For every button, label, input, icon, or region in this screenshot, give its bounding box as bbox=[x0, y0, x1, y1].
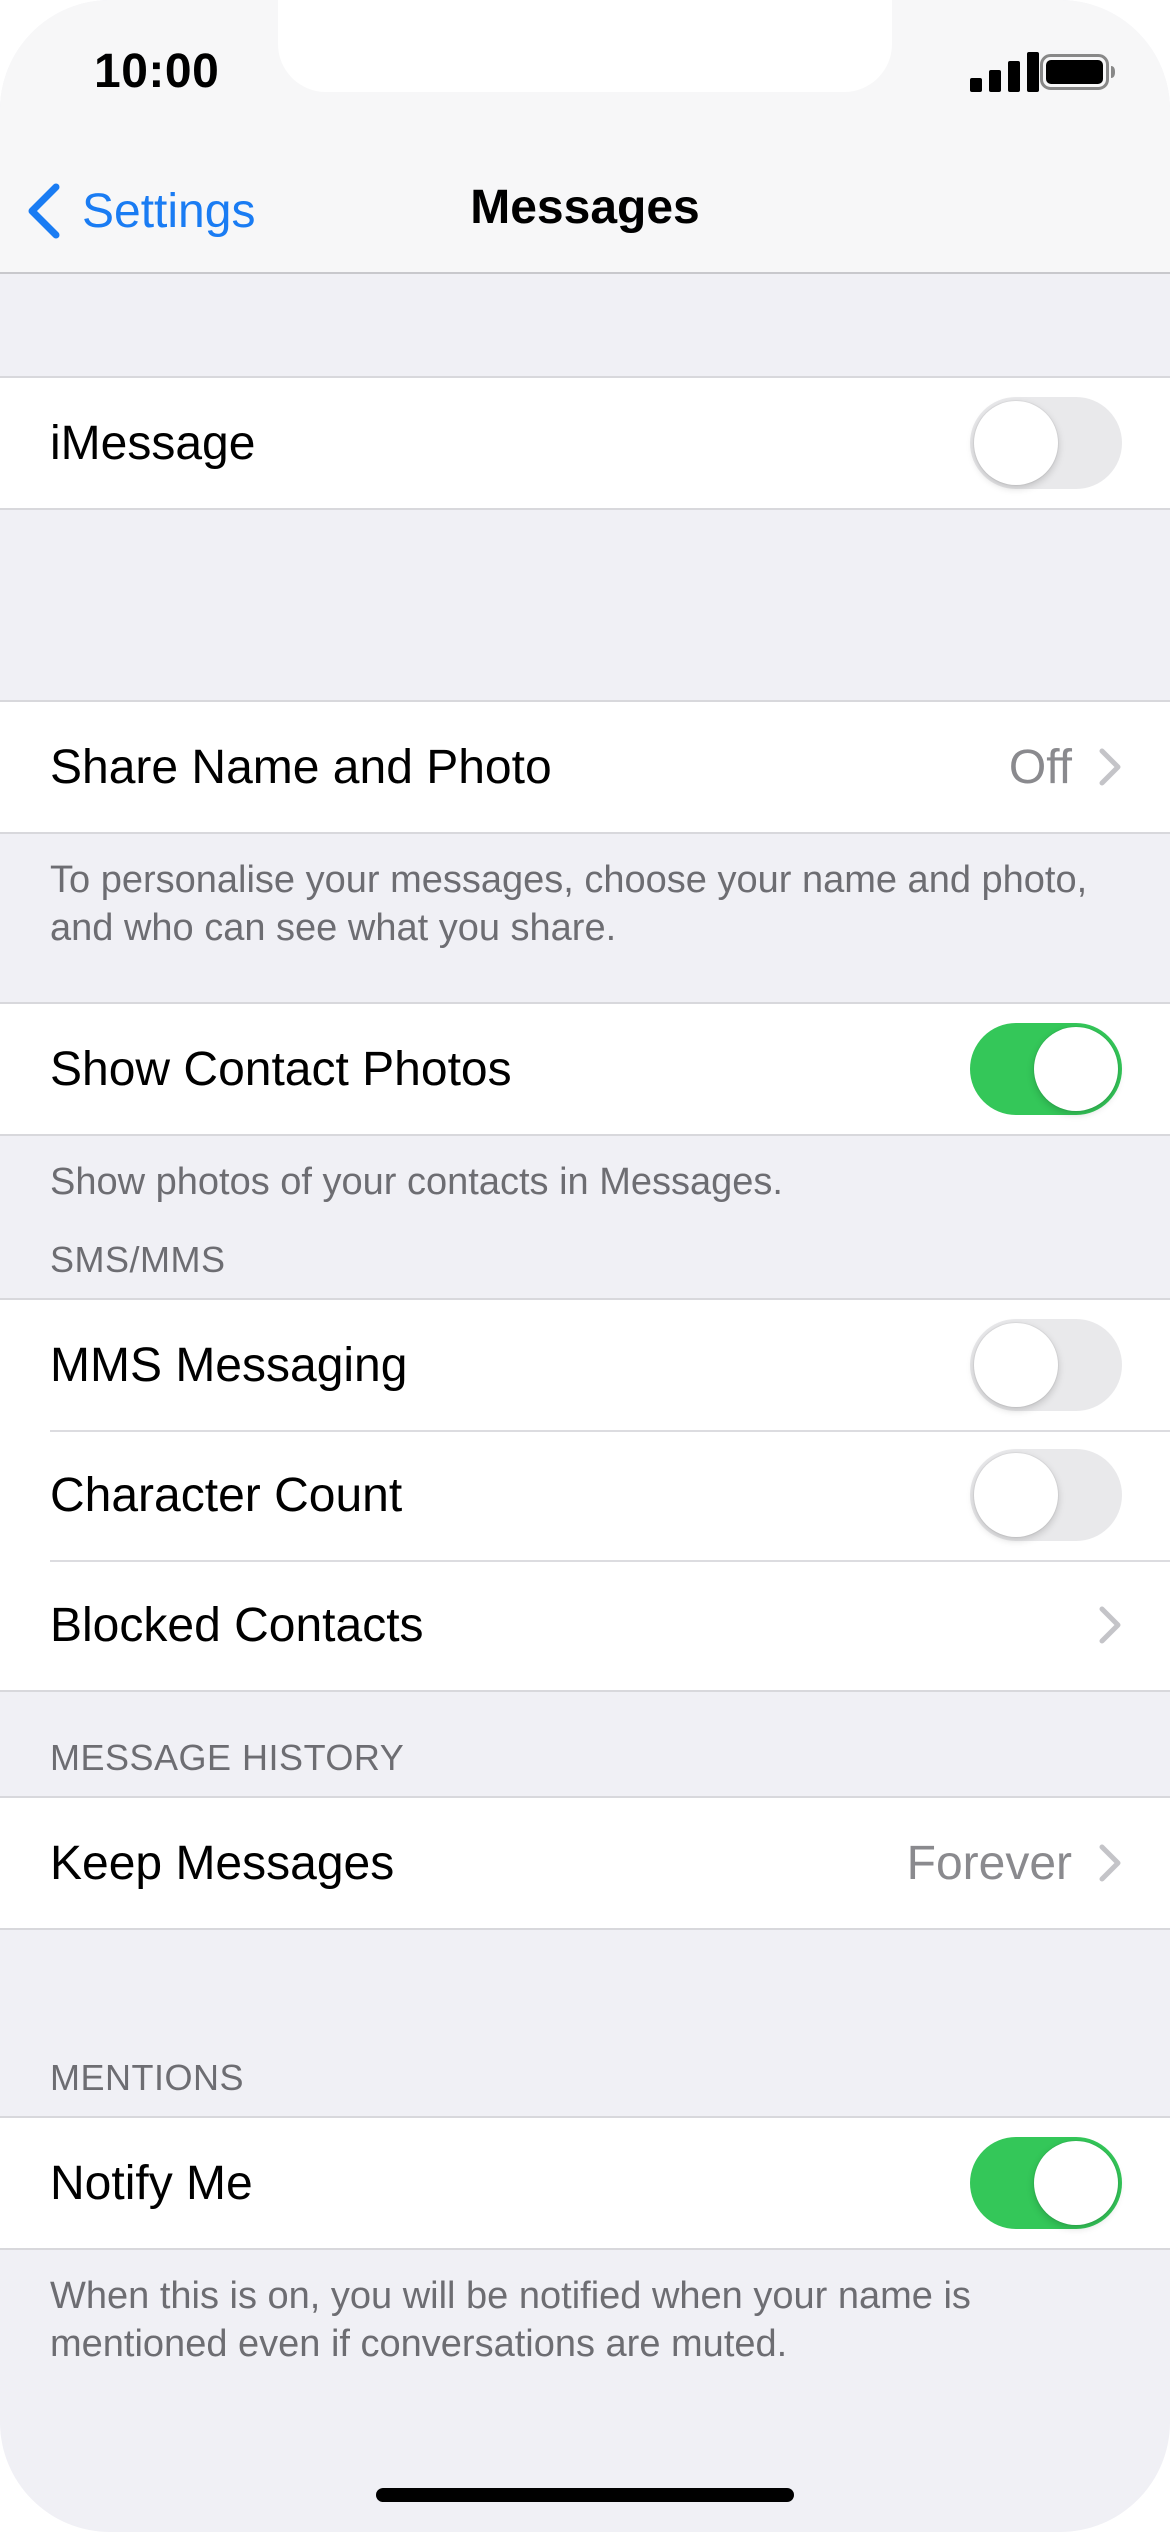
mentions-group: Notify Me bbox=[0, 2116, 1170, 2250]
blocked-contacts-label: Blocked Contacts bbox=[50, 1598, 424, 1652]
cellular-signal-icon bbox=[970, 52, 1039, 92]
imessage-row: iMessage bbox=[0, 378, 1170, 508]
keep-messages-value: Forever bbox=[906, 1836, 1072, 1890]
settings-list: iMessage Share Name and Photo Off To per… bbox=[0, 274, 1170, 2368]
chevron-right-icon bbox=[1099, 1606, 1121, 1644]
notch bbox=[278, 0, 892, 92]
toggle-knob bbox=[974, 1323, 1058, 1407]
mentions-header-area: MENTIONS bbox=[0, 1930, 1170, 2116]
sms-mms-group: MMS Messaging Character Count Blocked Co… bbox=[0, 1298, 1170, 1692]
mms-messaging-toggle[interactable] bbox=[970, 1319, 1122, 1411]
mentions-footer: When this is on, you will be notified wh… bbox=[50, 2275, 971, 2365]
status-bar: 10:00 bbox=[0, 0, 1170, 150]
chevron-right-icon bbox=[1099, 748, 1121, 786]
contact-photos-label: Show Contact Photos bbox=[50, 1042, 512, 1096]
imessage-label: iMessage bbox=[50, 416, 256, 470]
contact-photos-toggle[interactable] bbox=[970, 1023, 1122, 1115]
mms-messaging-row: MMS Messaging bbox=[0, 1300, 1170, 1430]
toggle-knob bbox=[1034, 2141, 1118, 2225]
notify-me-row: Notify Me bbox=[0, 2118, 1170, 2248]
chevron-right-icon bbox=[1099, 1844, 1121, 1882]
keep-messages-row[interactable]: Keep Messages Forever bbox=[0, 1798, 1170, 1928]
notify-me-label: Notify Me bbox=[50, 2156, 253, 2210]
share-name-group: Share Name and Photo Off bbox=[0, 700, 1170, 834]
imessage-toggle[interactable] bbox=[970, 397, 1122, 489]
history-header-area: MESSAGE HISTORY bbox=[0, 1692, 1170, 1796]
message-history-header: MESSAGE HISTORY bbox=[50, 1737, 405, 1778]
screen: 10:00 Settings Messages iMessage Share N… bbox=[0, 0, 1170, 2532]
blocked-contacts-row[interactable]: Blocked Contacts bbox=[0, 1560, 1170, 1690]
toggle-knob bbox=[974, 401, 1058, 485]
share-name-value: Off bbox=[1008, 740, 1072, 794]
history-group: Keep Messages Forever bbox=[0, 1796, 1170, 1930]
contact-photos-footer: Show photos of your contacts in Messages… bbox=[50, 1161, 783, 1203]
mentions-header: MENTIONS bbox=[50, 2057, 245, 2098]
share-name-footer: To personalise your messages, choose you… bbox=[50, 859, 1088, 949]
navigation-bar: Settings Messages bbox=[0, 150, 1170, 274]
toggle-knob bbox=[974, 1453, 1058, 1537]
character-count-row: Character Count bbox=[0, 1430, 1170, 1560]
character-count-toggle[interactable] bbox=[970, 1449, 1122, 1541]
keep-messages-label: Keep Messages bbox=[50, 1836, 395, 1890]
toggle-knob bbox=[1034, 1027, 1118, 1111]
contact-photos-row: Show Contact Photos bbox=[0, 1004, 1170, 1134]
battery-full-icon bbox=[1040, 54, 1115, 90]
notify-me-toggle[interactable] bbox=[970, 2137, 1122, 2229]
home-indicator[interactable] bbox=[376, 2488, 794, 2502]
sms-mms-header: SMS/MMS bbox=[50, 1239, 226, 1280]
contact-photos-group: Show Contact Photos bbox=[0, 1002, 1170, 1136]
page-title: Messages bbox=[470, 181, 700, 234]
share-name-row[interactable]: Share Name and Photo Off bbox=[0, 702, 1170, 832]
mms-messaging-label: MMS Messaging bbox=[50, 1338, 408, 1392]
share-name-label: Share Name and Photo bbox=[50, 740, 552, 794]
status-time: 10:00 bbox=[94, 45, 220, 98]
character-count-label: Character Count bbox=[50, 1468, 403, 1522]
imessage-group: iMessage bbox=[0, 376, 1170, 510]
